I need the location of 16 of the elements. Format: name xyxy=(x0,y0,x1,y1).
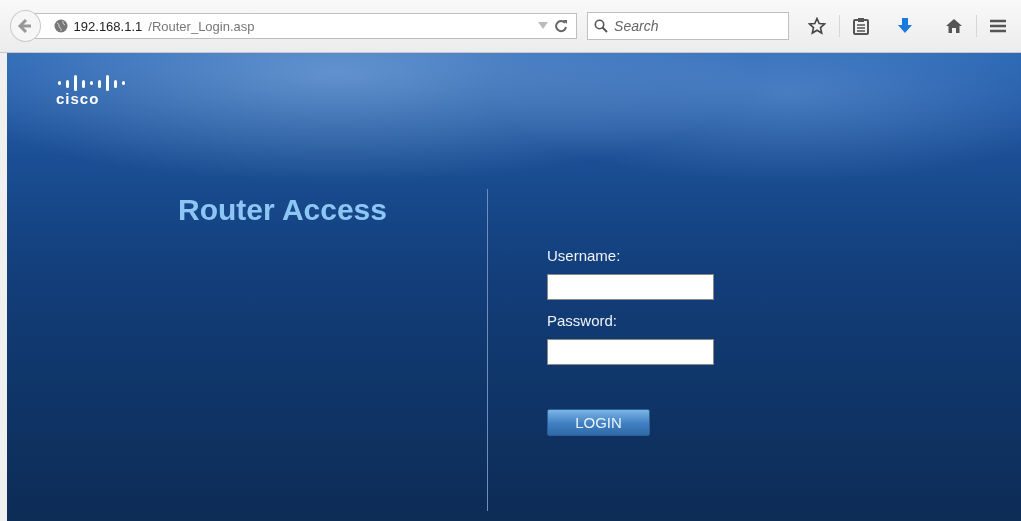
back-button[interactable] xyxy=(10,10,41,42)
page-title: Router Access xyxy=(178,193,388,227)
back-arrow-icon xyxy=(17,18,34,34)
field-label: Password: xyxy=(547,312,619,329)
search-field[interactable]: Search xyxy=(587,12,790,40)
url-host: 192.168.1.1 xyxy=(73,18,143,34)
reload-icon[interactable] xyxy=(554,19,569,33)
logo-bars-icon xyxy=(56,75,128,91)
url-path: /Router_Login.asp xyxy=(148,18,256,34)
logo-text: cisco xyxy=(56,91,101,107)
globe-icon xyxy=(53,19,68,33)
input-field[interactable] xyxy=(547,339,714,365)
input-field[interactable] xyxy=(547,274,714,300)
login-button[interactable]: LOGIN xyxy=(547,409,650,436)
search-icon xyxy=(594,19,609,33)
field-label: Username: xyxy=(547,247,622,264)
